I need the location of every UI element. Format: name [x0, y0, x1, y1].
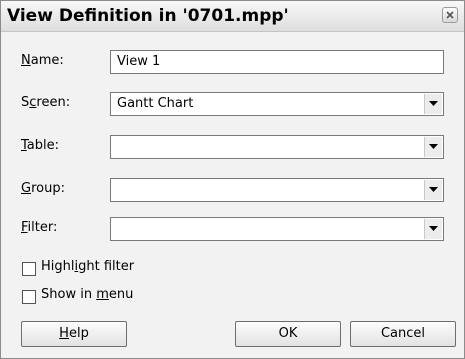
show-in-menu-checkbox[interactable]: [22, 290, 36, 304]
screen-select[interactable]: Gantt Chart: [110, 92, 444, 116]
chevron-down-icon: [429, 187, 438, 192]
cancel-button[interactable]: Cancel: [350, 321, 456, 347]
name-input[interactable]: View 1: [110, 50, 444, 74]
group-label: Group:: [21, 181, 65, 196]
chevron-down-icon: [429, 226, 438, 231]
ok-button[interactable]: OK: [235, 321, 341, 347]
chevron-down-icon: [429, 101, 438, 106]
view-definition-dialog: View Definition in '0701.mpp' Name: View…: [0, 0, 465, 359]
ok-label: OK: [278, 326, 298, 341]
screen-value: Gantt Chart: [117, 96, 194, 111]
filter-select[interactable]: [110, 217, 444, 241]
table-select[interactable]: [110, 135, 444, 159]
group-select[interactable]: [110, 178, 444, 202]
close-button[interactable]: [442, 7, 458, 23]
highlight-filter-label: Highlight filter: [41, 259, 135, 274]
title-bar[interactable]: View Definition in '0701.mpp': [1, 1, 464, 32]
table-dropdown-button[interactable]: [424, 137, 442, 157]
highlight-filter-checkbox[interactable]: [22, 262, 36, 276]
filter-label: Filter:: [21, 220, 58, 235]
screen-label: Screen:: [21, 95, 71, 110]
screen-dropdown-button[interactable]: [424, 94, 442, 114]
name-value: View 1: [117, 54, 161, 69]
cancel-label: Cancel: [380, 326, 426, 341]
table-label: Table:: [21, 138, 60, 153]
filter-dropdown-button[interactable]: [424, 219, 442, 239]
chevron-down-icon: [429, 144, 438, 149]
show-in-menu-label: Show in menu: [41, 287, 134, 302]
help-button[interactable]: Help: [21, 321, 127, 347]
group-dropdown-button[interactable]: [424, 180, 442, 200]
dialog-title: View Definition in '0701.mpp': [7, 6, 289, 26]
name-label: Name:: [21, 53, 64, 68]
close-icon: [446, 11, 454, 19]
